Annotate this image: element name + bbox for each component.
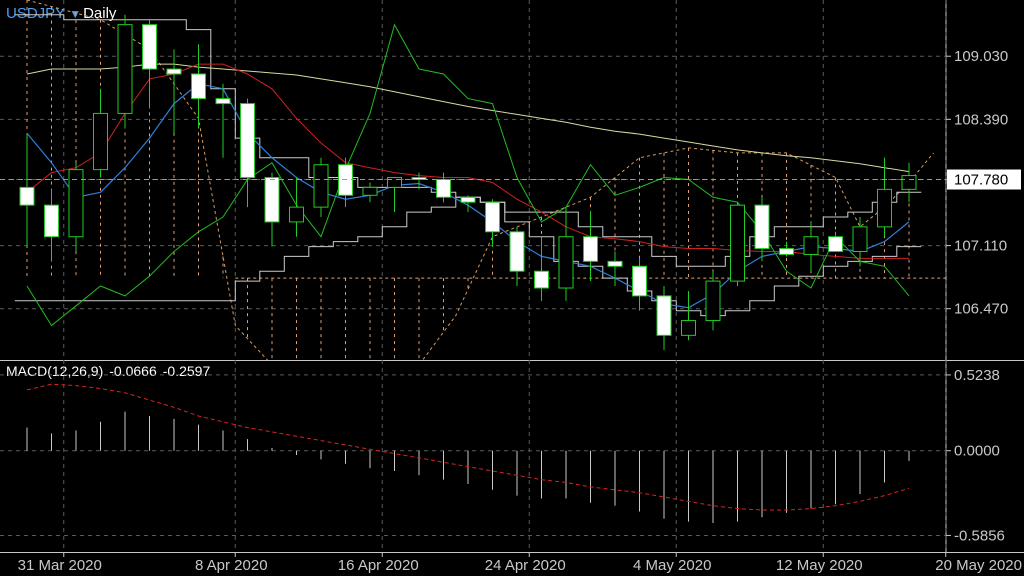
candle-body — [289, 206, 304, 223]
price-axis-label: 106.470 — [954, 301, 1008, 318]
current-price-label: 107.780 — [954, 172, 1008, 189]
candle-body — [730, 204, 745, 282]
candle-body — [215, 98, 231, 105]
senkou-span-a-line — [26, 0, 934, 360]
time-axis-label: 31 Mar 2020 — [18, 557, 102, 574]
macd-axis-label: 0.0000 — [954, 443, 1000, 460]
macd-axis-label: 0.5238 — [954, 367, 1000, 384]
donchian-lower-line — [14, 196, 922, 317]
candle-body — [705, 280, 721, 322]
candle-body — [117, 24, 133, 114]
candle-body — [877, 188, 892, 228]
candle-body — [509, 231, 525, 272]
candle-body — [681, 320, 696, 336]
time-axis-label: 24 Apr 2020 — [485, 557, 566, 574]
candle-body — [632, 265, 647, 297]
candle-body — [191, 73, 206, 100]
candle-body — [93, 112, 108, 171]
candle-body — [313, 164, 329, 208]
kijun-sen-line — [26, 63, 909, 259]
candle-body — [264, 177, 280, 223]
candle-body — [44, 204, 59, 238]
candle-body — [240, 103, 255, 179]
price-axis-label: 109.030 — [954, 48, 1008, 65]
price-chart-svg[interactable]: 109.030 108.390 107.110 106.470 107.780 0.523… — [0, 0, 1024, 576]
candle-body — [828, 236, 843, 253]
macd-panel — [26, 383, 910, 524]
macd-axis-label: -0.5856 — [954, 527, 1005, 544]
macd-signal-line — [26, 383, 910, 511]
candle-body — [901, 175, 917, 190]
candle-body — [19, 186, 35, 206]
price-panel — [0, 0, 946, 360]
candle-body — [436, 179, 451, 198]
time-axis-label: 16 Apr 2020 — [338, 557, 419, 574]
time-axis-label: 12 May 2020 — [776, 557, 863, 574]
candle-body — [558, 236, 574, 289]
time-axis-label: 20 May 2020 — [935, 557, 1022, 574]
candle-body — [460, 196, 476, 203]
candle-body — [803, 236, 819, 255]
candle-body — [534, 270, 549, 289]
sma-line — [26, 63, 910, 173]
time-axis-label: 4 May 2020 — [633, 557, 711, 574]
candle-body — [583, 236, 598, 262]
candle-body — [362, 186, 378, 196]
time-axis-label: 8 Apr 2020 — [195, 557, 268, 574]
candle-body — [754, 204, 770, 250]
candle-body — [656, 295, 672, 336]
candle-body — [607, 260, 623, 267]
price-axis-label: 107.110 — [954, 238, 1007, 255]
candle-body — [166, 68, 182, 75]
price-axis-label: 108.390 — [954, 111, 1008, 128]
candle-body — [142, 24, 157, 70]
candle-body — [485, 201, 500, 233]
candle-body — [779, 248, 794, 255]
candle-body — [852, 226, 868, 253]
chart-window[interactable]: USDJPY ▼ Daily MACD(12,26,9) -0.0666 -0.2597… — [0, 0, 1024, 576]
